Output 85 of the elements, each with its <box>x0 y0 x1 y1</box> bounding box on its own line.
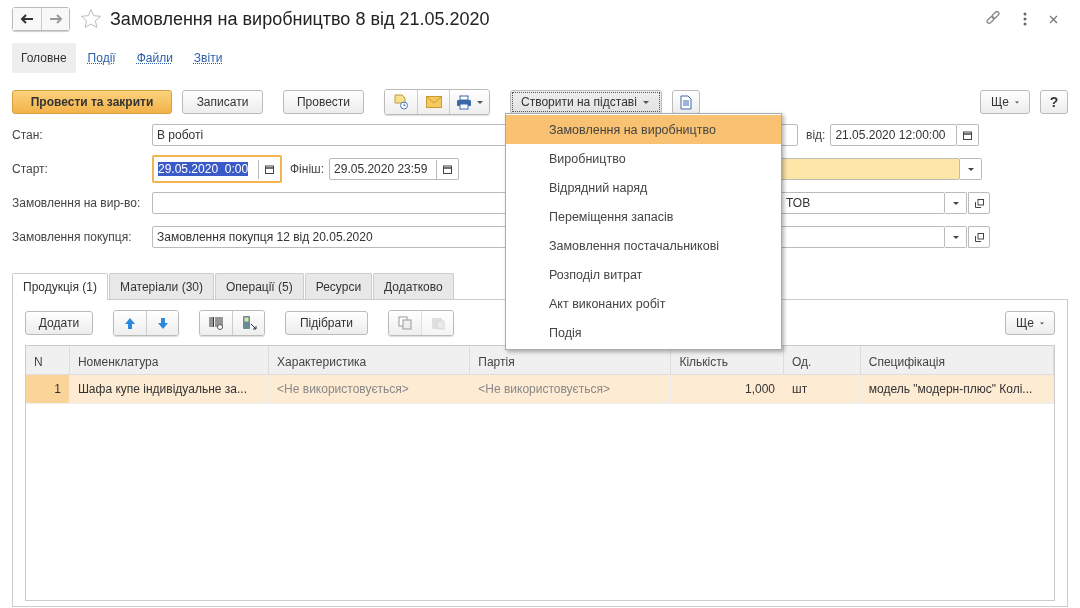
document-clock-icon <box>393 94 409 110</box>
field-label: Фініш: <box>290 162 325 176</box>
barcode-icon <box>208 315 224 331</box>
open-button[interactable] <box>968 226 990 248</box>
finish-date-field[interactable]: 29.05.2020 23:59 <box>329 158 460 180</box>
field-label: Старт: <box>12 162 49 176</box>
section-link[interactable]: Файли <box>127 42 182 73</box>
caret-icon <box>967 167 974 171</box>
menu-item[interactable]: Замовлення на виробництво <box>506 115 781 144</box>
clipboard-icon <box>430 316 445 330</box>
close-icon[interactable] <box>1049 14 1058 24</box>
table-cell: 1,000 <box>671 375 785 403</box>
move-down-button[interactable] <box>146 311 178 335</box>
link-icon[interactable] <box>985 11 1001 27</box>
arrow-up-icon <box>124 316 136 330</box>
document-icon <box>680 94 692 110</box>
column-header[interactable]: Од. <box>784 346 861 374</box>
field-label: Стан: <box>12 128 44 142</box>
email-button[interactable] <box>417 90 449 114</box>
open-window-icon <box>974 232 984 242</box>
table-cell: Шафа купе індивідуальне за... <box>69 375 270 403</box>
caret-icon <box>477 100 483 104</box>
section-link[interactable]: Події <box>78 42 125 73</box>
caret-icon <box>1014 100 1019 104</box>
field-label: від: <box>806 128 826 142</box>
field-label: Замовлення на вир-во: <box>12 196 142 210</box>
tab[interactable]: Операції (5) <box>214 273 304 299</box>
back-button[interactable] <box>13 8 41 30</box>
arrow-right-icon <box>48 14 63 24</box>
create-based-on-button[interactable]: Створити на підставі <box>510 90 662 114</box>
calendar-icon <box>963 130 973 140</box>
date-field[interactable]: 21.05.2020 12:00:00 <box>830 124 958 146</box>
table-cell: шт <box>784 375 861 403</box>
column-header[interactable]: Номенклатура <box>69 346 270 374</box>
table-cell: <Не використовується> <box>269 375 471 403</box>
caret-icon <box>952 235 959 239</box>
dropdown-button[interactable] <box>960 158 982 180</box>
help-button[interactable]: ? <box>1040 90 1068 114</box>
copy-icon <box>398 316 412 330</box>
caret-icon <box>642 100 649 104</box>
table-cell: <Не використовується> <box>470 375 672 403</box>
section-link[interactable]: Звіти <box>184 42 232 73</box>
table-cell: модель "модерн-плюс" Колі... <box>860 375 1054 403</box>
printer-icon <box>456 94 472 110</box>
table-cell: 1 <box>26 375 70 403</box>
table-row[interactable]: 1 Шафа купе індивідуальне за... <Не використовується> <Не використовується> 1,000 шт модель "модерн-плюс" Колі... <box>26 375 1054 404</box>
open-button[interactable] <box>968 192 990 214</box>
column-header[interactable]: Характеристика <box>269 346 471 374</box>
menu-item[interactable]: Розподіл витрат <box>506 260 781 289</box>
menu-item[interactable]: Акт виконаних робіт <box>506 289 781 318</box>
arrow-left-icon <box>20 14 34 24</box>
scanner-button[interactable] <box>232 311 264 335</box>
column-header[interactable]: Специфікація <box>860 346 1054 374</box>
save-button[interactable]: Записати <box>182 90 263 114</box>
menu-item[interactable]: Подія <box>506 318 781 347</box>
add-button[interactable]: Додати <box>25 311 93 335</box>
more-vertical-icon[interactable] <box>1023 12 1027 26</box>
caret-icon <box>1039 321 1044 325</box>
barcode-search-button[interactable] <box>200 311 232 335</box>
post-button[interactable]: Провести <box>283 90 364 114</box>
column-header[interactable]: N <box>26 346 70 374</box>
tab[interactable]: Ресурси <box>304 273 373 299</box>
more-button[interactable]: Ще <box>980 90 1030 114</box>
more-button[interactable]: Ще <box>1005 311 1055 335</box>
arrow-down-icon <box>156 316 169 330</box>
print-button[interactable] <box>449 90 489 114</box>
calendar-button[interactable] <box>957 124 980 146</box>
start-date-field[interactable]: 29.05.2020 0:00 <box>152 155 282 183</box>
caret-icon <box>952 201 959 205</box>
post-and-close-button[interactable]: Провести та закрити <box>12 90 172 114</box>
pick-button[interactable]: Підібрати <box>285 311 368 335</box>
star-icon[interactable] <box>80 8 102 30</box>
open-window-icon <box>974 198 984 208</box>
field-label: Замовлення покупця: <box>12 230 133 244</box>
tab[interactable]: Продукція (1) <box>12 273 108 300</box>
document-button[interactable] <box>672 90 700 114</box>
envelope-icon <box>425 96 442 108</box>
tab[interactable]: Матеріали (30) <box>109 273 214 299</box>
move-up-button[interactable] <box>114 311 146 335</box>
menu-item[interactable]: Виробництво <box>506 144 781 173</box>
scanner-icon <box>240 315 257 331</box>
section-link[interactable]: Головне <box>12 42 76 73</box>
window-title: Замовлення на виробництво 8 від 21.05.2020 <box>110 8 490 30</box>
tab[interactable]: Додатково <box>373 273 454 299</box>
report-button[interactable] <box>385 90 417 114</box>
